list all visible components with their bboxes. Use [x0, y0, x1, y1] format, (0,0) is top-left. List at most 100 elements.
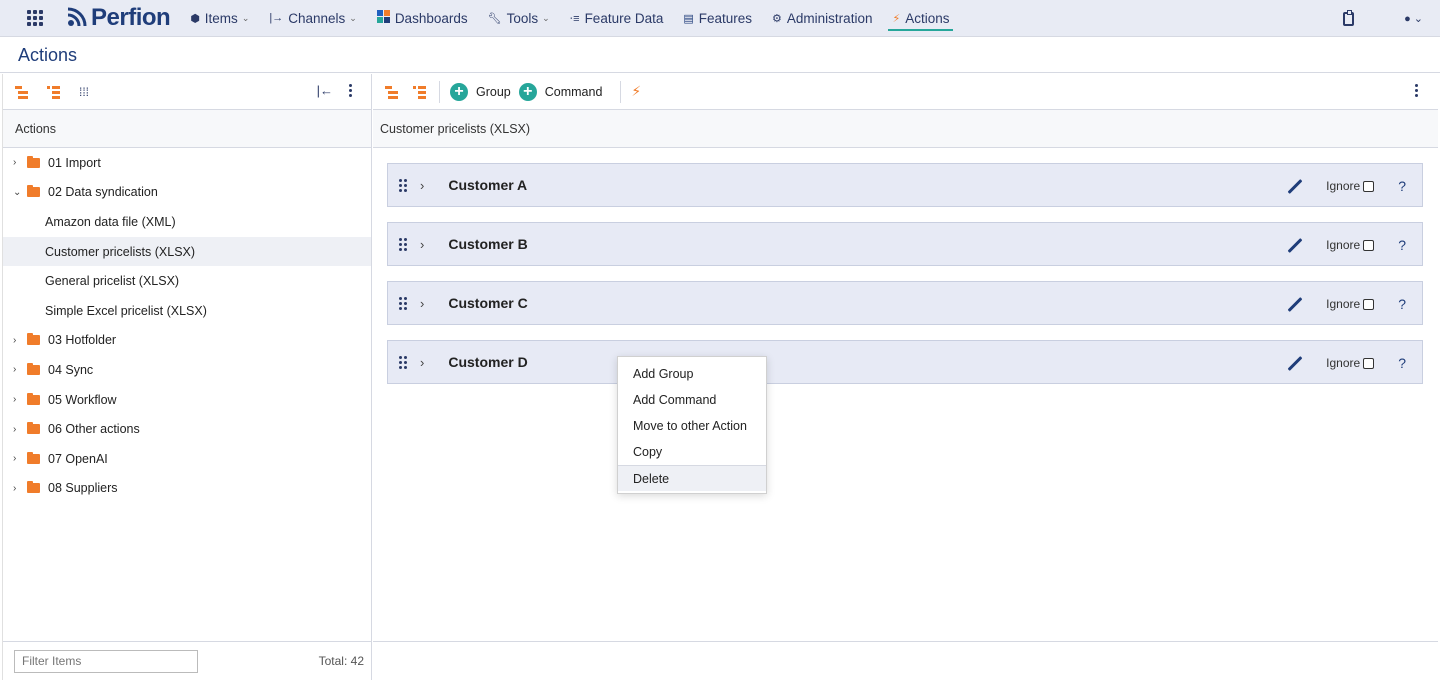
nav-features[interactable]: ▤ Features: [683, 0, 752, 37]
left-panel: ⁞⁞⁞ |← Actions › 01 Import ⌄ 02 Data syndi…: [2, 74, 372, 680]
drag-handle-icon[interactable]: [399, 296, 407, 310]
tree-folder[interactable]: ⌄ 02 Data syndication: [3, 178, 371, 208]
left-footer: Total: 42: [3, 641, 372, 680]
checkbox[interactable]: [1363, 239, 1375, 251]
button-label: Command: [544, 84, 603, 99]
group-row[interactable]: › Customer B Ignore?: [387, 222, 1423, 266]
perfion-logo[interactable]: Perfion: [65, 4, 171, 32]
right-more-icon[interactable]: [1415, 84, 1419, 99]
collapse-tree-icon[interactable]: [413, 85, 429, 99]
help-icon[interactable]: ?: [1398, 237, 1406, 253]
tree-label: 03 Hotfolder: [48, 333, 117, 348]
drag-handle-icon[interactable]: [399, 355, 407, 369]
tree-folder[interactable]: › 03 Hotfolder: [3, 326, 371, 356]
nav-actions[interactable]: ⚡︎ Actions: [888, 0, 954, 37]
help-icon[interactable]: ?: [1398, 296, 1406, 312]
tree-label: 01 Import: [48, 155, 101, 170]
tree-folder[interactable]: › 01 Import: [3, 148, 371, 178]
right-toolbar: + Group + Command ⚡︎: [373, 74, 1438, 110]
nav-dashboards[interactable]: Dashboards: [376, 0, 468, 37]
clipboard-icon[interactable]: [1343, 9, 1355, 26]
nav-label: Channels: [288, 10, 346, 26]
ignore-checkbox[interactable]: Ignore: [1326, 179, 1375, 193]
menu-item-add-group[interactable]: Add Group: [618, 361, 766, 387]
nav-items[interactable]: ⬢ Items ⌄: [190, 0, 249, 37]
tree-folder[interactable]: › 05 Workflow: [3, 385, 371, 415]
tree-folder[interactable]: › 04 Sync: [3, 355, 371, 385]
dashboards-icon: [376, 10, 390, 26]
group-controls: Ignore?: [1286, 164, 1422, 208]
filter-items-input[interactable]: [14, 649, 198, 673]
main-nav: ⬢ Items ⌄ |→ Channels ⌄ Dashboards 🔧︎ Tools ⌄ …: [190, 0, 969, 37]
tree-item[interactable]: Simple Excel pricelist (XLSX): [3, 296, 371, 326]
nav-label: Tools: [506, 10, 539, 26]
menu-item-add-command[interactable]: Add Command: [618, 387, 766, 413]
tree-item[interactable]: General pricelist (XLSX): [3, 266, 371, 296]
nav-feature-data[interactable]: ⋅≡ Feature Data: [570, 0, 664, 37]
ignore-checkbox[interactable]: Ignore: [1326, 297, 1375, 311]
expand-tree-icon[interactable]: [385, 85, 401, 99]
app-launcher-icon[interactable]: [27, 10, 43, 26]
context-menu: Add Group Add Command Move to other Acti…: [617, 356, 767, 494]
right-footer: [373, 641, 1438, 680]
chevron-right-icon[interactable]: ›: [13, 394, 25, 405]
group-row[interactable]: › Customer C Ignore?: [387, 281, 1423, 325]
add-group-button[interactable]: + Group: [450, 82, 511, 101]
help-icon[interactable]: ?: [1398, 178, 1406, 194]
tree-folder[interactable]: › 07 OpenAI: [3, 444, 371, 474]
chevron-right-icon[interactable]: ›: [13, 483, 25, 494]
chevron-right-icon[interactable]: ›: [420, 178, 424, 193]
folder-icon: [27, 392, 40, 405]
menu-item-move[interactable]: Move to other Action: [618, 413, 766, 439]
button-label: Group: [476, 84, 511, 99]
chevron-right-icon[interactable]: ›: [13, 364, 25, 375]
chevron-right-icon[interactable]: ›: [13, 453, 25, 464]
chevron-right-icon[interactable]: ›: [13, 335, 25, 346]
edit-pencil-icon[interactable]: [1287, 296, 1303, 312]
tree-item[interactable]: Amazon data file (XML): [3, 207, 371, 237]
actions-icon: ⚡︎: [892, 12, 901, 25]
group-name: Customer A: [448, 177, 528, 193]
add-command-button[interactable]: + Command: [518, 82, 603, 101]
edit-pencil-icon[interactable]: [1287, 355, 1303, 371]
nav-channels[interactable]: |→ Channels ⌄: [269, 0, 356, 37]
expand-tree-icon[interactable]: [15, 85, 31, 99]
database-icon: ▤: [683, 12, 694, 25]
tree-label: General pricelist (XLSX): [45, 274, 180, 289]
folder-icon: [27, 362, 40, 375]
menu-item-copy[interactable]: Copy: [618, 439, 766, 465]
nav-tools[interactable]: 🔧︎ Tools ⌄: [488, 0, 550, 37]
ignore-checkbox[interactable]: Ignore: [1326, 238, 1375, 252]
tree-folder[interactable]: › 08 Suppliers: [3, 474, 371, 504]
checkbox[interactable]: [1363, 357, 1375, 369]
ignore-checkbox[interactable]: Ignore: [1326, 356, 1375, 370]
tree-folder[interactable]: › 06 Other actions: [3, 414, 371, 444]
left-more-icon[interactable]: [349, 84, 353, 99]
group-row[interactable]: › Customer A Ignore?: [387, 163, 1423, 207]
nav-administration[interactable]: ⚙ Administration: [772, 0, 872, 37]
chevron-right-icon[interactable]: ›: [13, 157, 25, 168]
user-menu-icon[interactable]: ●︎ ⌄: [1404, 12, 1423, 25]
collapse-tree-icon[interactable]: [47, 85, 63, 99]
group-row[interactable]: › Customer D Ignore?: [387, 340, 1423, 384]
drag-handle-icon[interactable]: [399, 178, 407, 192]
menu-item-delete[interactable]: Delete: [618, 465, 766, 491]
plus-icon: +: [450, 82, 468, 101]
drag-handle-icon[interactable]: [399, 237, 407, 251]
chevron-right-icon[interactable]: ›: [420, 355, 424, 370]
chevron-right-icon[interactable]: ›: [420, 237, 424, 252]
chevron-right-icon[interactable]: ›: [13, 424, 25, 435]
group-name: Customer D: [448, 354, 528, 370]
chevron-right-icon[interactable]: ›: [420, 296, 424, 311]
run-action-icon[interactable]: ⚡︎: [631, 83, 641, 100]
checkbox[interactable]: [1363, 298, 1375, 310]
edit-pencil-icon[interactable]: [1287, 237, 1303, 253]
columns-icon[interactable]: ⁞⁞⁞: [79, 85, 95, 99]
tree-item-selected[interactable]: Customer pricelists (XLSX): [3, 236, 371, 267]
chevron-down-icon[interactable]: ⌄: [13, 187, 25, 198]
checkbox[interactable]: [1363, 180, 1375, 192]
help-icon[interactable]: ?: [1398, 355, 1406, 371]
edit-pencil-icon[interactable]: [1287, 178, 1303, 194]
collapse-panel-icon[interactable]: |←: [317, 83, 333, 98]
tree-label: 08 Suppliers: [48, 481, 118, 496]
